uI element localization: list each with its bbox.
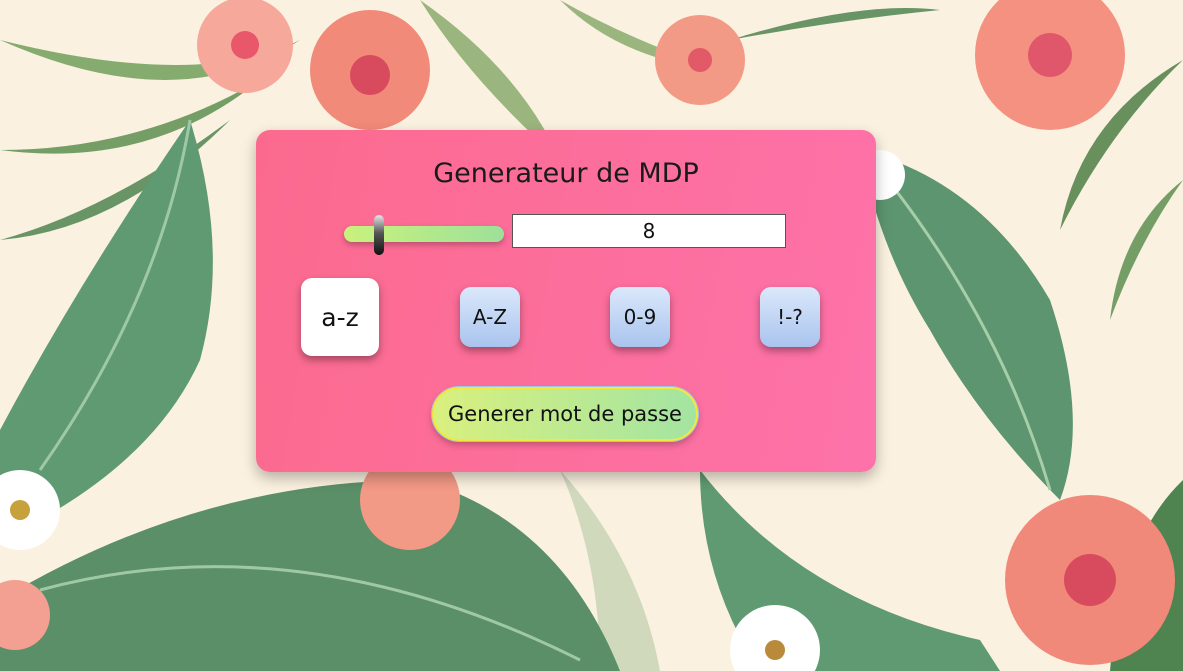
length-slider[interactable]: [344, 226, 504, 242]
option-lowercase-button[interactable]: a-z: [301, 278, 379, 356]
length-input[interactable]: 8: [512, 214, 786, 248]
generate-password-button[interactable]: Generer mot de passe: [432, 387, 698, 441]
option-uppercase-button[interactable]: A-Z: [460, 287, 520, 347]
app-title: Generateur de MDP: [433, 158, 699, 189]
password-generator-card: Generateur de MDP 8 a-z A-Z 0-9 !-? Gene…: [256, 130, 876, 472]
option-symbols-button[interactable]: !-?: [760, 287, 820, 347]
option-digits-button[interactable]: 0-9: [610, 287, 670, 347]
length-slider-thumb[interactable]: [374, 215, 384, 255]
